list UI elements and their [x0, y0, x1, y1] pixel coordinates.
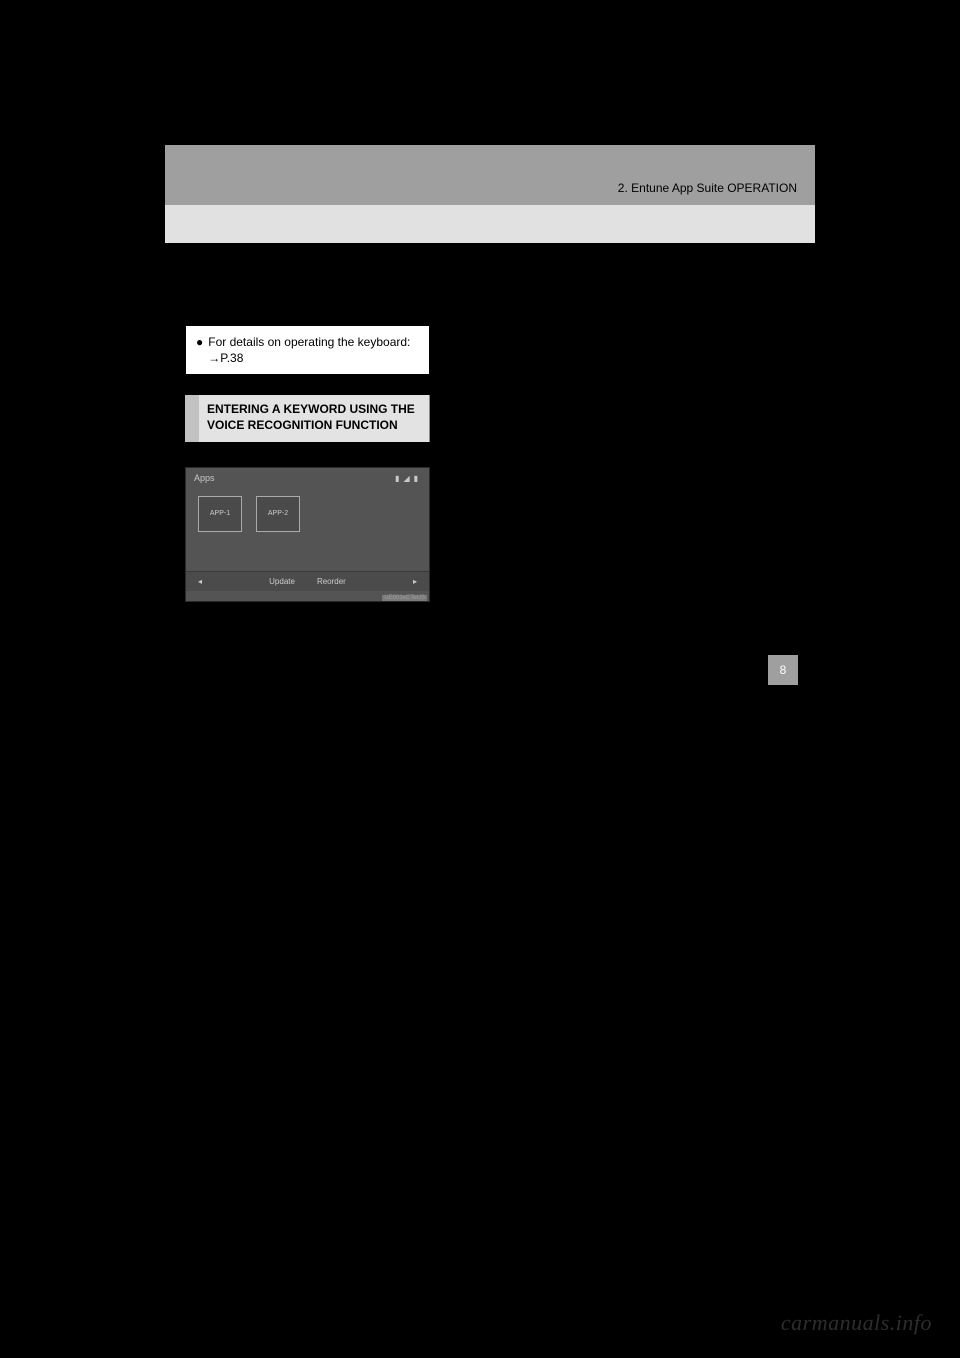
header-light-strip — [165, 205, 815, 243]
heading-stripe — [185, 395, 199, 441]
arrow-icon: → — [208, 351, 220, 365]
ss-status-icons: ▮ ◢ ▮ — [395, 474, 419, 483]
watermark: carmanuals.info — [781, 1310, 932, 1336]
reorder-button[interactable]: Reorder — [317, 577, 346, 586]
heading-text: ENTERING A KEYWORD USING THE VOICE RECOG… — [199, 395, 430, 441]
ss-app-row: APP-1 APP-2 — [198, 496, 300, 532]
chapter-tab: 8 — [768, 655, 798, 685]
app-2-button[interactable]: APP-2 — [256, 496, 300, 532]
section-heading: ENTERING A KEYWORD USING THE VOICE RECOG… — [185, 395, 430, 441]
info-line1: For details on operating the keyboard: — [208, 335, 410, 349]
ss-bottom-bar: ◂ Update Reorder ▸ — [186, 571, 429, 591]
signal-icon: ▮ — [395, 474, 400, 483]
battery-icon: ▮ — [414, 474, 419, 483]
info-bullet: ● For details on operating the keyboard:… — [196, 334, 419, 366]
info-line2: P.38 — [220, 351, 243, 365]
next-arrow-button[interactable]: ▸ — [401, 577, 429, 586]
ss-code-label: UE001eCTeUS — [382, 595, 427, 601]
app-1-button[interactable]: APP-1 — [198, 496, 242, 532]
update-button[interactable]: Update — [269, 577, 295, 586]
bullet-icon: ● — [196, 334, 203, 366]
ss-title: Apps — [194, 473, 215, 483]
header-bar: 2. Entune App Suite OPERATION — [165, 145, 815, 205]
reception-icon: ◢ — [403, 474, 410, 483]
manual-page: 2. Entune App Suite OPERATION 8 ● For de… — [165, 145, 815, 1195]
prev-arrow-button[interactable]: ◂ — [186, 577, 214, 586]
info-box: ● For details on operating the keyboard:… — [185, 325, 430, 375]
left-column: ● For details on operating the keyboard:… — [185, 325, 430, 602]
breadcrumb: 2. Entune App Suite OPERATION — [618, 181, 797, 195]
apps-screenshot: Apps ▮ ◢ ▮ APP-1 APP-2 ◂ Update Reorder … — [185, 467, 430, 602]
